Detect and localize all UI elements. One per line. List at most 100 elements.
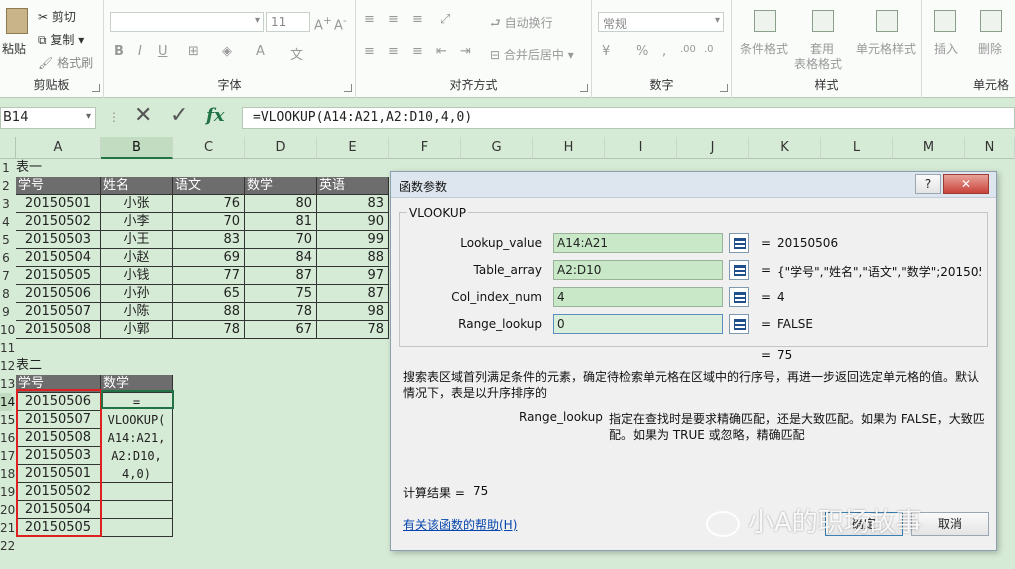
table1-cell[interactable]: 20150508: [16, 321, 101, 339]
table1-cell[interactable]: 75: [245, 285, 317, 303]
arg-input[interactable]: 0: [553, 314, 723, 334]
close-button[interactable]: ✕: [943, 174, 989, 194]
conditional-format-button[interactable]: 条件格式: [740, 40, 788, 57]
dialog-titlebar[interactable]: 函数参数 ? ✕: [391, 172, 996, 198]
table1-cell[interactable]: 88: [317, 249, 389, 267]
column-header[interactable]: A: [16, 137, 101, 159]
table2-value-cell[interactable]: [101, 501, 173, 519]
range-picker-icon[interactable]: [729, 233, 749, 253]
range-picker-icon[interactable]: [729, 287, 749, 307]
table1-cell[interactable]: 88: [173, 303, 245, 321]
merge-center-button[interactable]: ⊟ 合并后居中 ▾: [490, 46, 574, 63]
table2-value-cell[interactable]: [101, 483, 173, 501]
table1-cell[interactable]: 99: [317, 231, 389, 249]
column-header[interactable]: L: [821, 137, 893, 159]
table1-cell[interactable]: 83: [173, 231, 245, 249]
table1-cell[interactable]: 20150502: [16, 213, 101, 231]
row-header[interactable]: 21: [0, 519, 15, 537]
arg-input[interactable]: 4: [553, 287, 723, 307]
row-header[interactable]: 16: [0, 429, 15, 447]
column-header[interactable]: F: [389, 137, 461, 159]
table1-cell[interactable]: 小李: [101, 213, 173, 231]
table1-cell[interactable]: 80: [245, 195, 317, 213]
row-header[interactable]: 1: [0, 159, 12, 177]
alignment-launcher-icon[interactable]: [580, 84, 588, 92]
font-size-select[interactable]: 11: [266, 12, 310, 32]
table1-cell[interactable]: 78: [245, 303, 317, 321]
grow-font-icon[interactable]: A+: [314, 14, 332, 33]
table1-header[interactable]: 语文: [173, 177, 245, 195]
table1-cell[interactable]: 20150505: [16, 267, 101, 285]
conditional-format-icon[interactable]: [754, 10, 776, 32]
fill-color-icon[interactable]: ◈: [222, 44, 232, 59]
table1-cell[interactable]: 84: [245, 249, 317, 267]
table1-cell[interactable]: 97: [317, 267, 389, 285]
enter-icon[interactable]: ✓: [170, 103, 188, 128]
table1-cell[interactable]: 65: [173, 285, 245, 303]
table1-cell[interactable]: 78: [173, 321, 245, 339]
help-button[interactable]: ?: [915, 174, 941, 194]
increase-indent-icon[interactable]: ⇥: [460, 44, 471, 59]
column-header[interactable]: H: [533, 137, 605, 159]
column-header[interactable]: D: [245, 137, 317, 159]
currency-icon[interactable]: ¥: [602, 44, 610, 59]
cell-styles-icon[interactable]: [876, 10, 898, 32]
table1-cell[interactable]: 小张: [101, 195, 173, 213]
copy-button[interactable]: ⧉ 复制 ▾: [38, 31, 84, 48]
column-header[interactable]: G: [461, 137, 533, 159]
table1-title[interactable]: 表一: [16, 159, 101, 177]
align-top-icon[interactable]: ≡: [364, 12, 375, 27]
percent-icon[interactable]: %: [636, 44, 648, 59]
row-header[interactable]: 4: [0, 213, 12, 231]
table1-cell[interactable]: 70: [173, 213, 245, 231]
row-header[interactable]: 11: [0, 339, 15, 357]
insert-icon[interactable]: [934, 10, 956, 32]
table2-value-cell[interactable]: [101, 519, 173, 537]
number-format-select[interactable]: 常规 ▾: [598, 12, 724, 32]
table1-header[interactable]: 数学: [245, 177, 317, 195]
delete-icon[interactable]: [980, 10, 1002, 32]
row-header[interactable]: 6: [0, 249, 12, 267]
table1-cell[interactable]: 小陈: [101, 303, 173, 321]
column-header[interactable]: C: [173, 137, 245, 159]
align-right-icon[interactable]: ≡: [412, 44, 423, 59]
arg-input[interactable]: A14:A21: [553, 233, 723, 253]
column-header[interactable]: J: [677, 137, 749, 159]
table1-cell[interactable]: 20150506: [16, 285, 101, 303]
table2-title[interactable]: 表二: [16, 357, 101, 375]
table1-cell[interactable]: 87: [245, 267, 317, 285]
table1-cell[interactable]: 67: [245, 321, 317, 339]
border-icon[interactable]: ⊞: [188, 44, 199, 59]
column-header[interactable]: B: [101, 137, 173, 159]
table1-header[interactable]: 英语: [317, 177, 389, 195]
table-format-icon[interactable]: [812, 10, 834, 32]
row-header[interactable]: 3: [0, 195, 12, 213]
font-launcher-icon[interactable]: [344, 84, 352, 92]
phonetic-icon[interactable]: 文: [290, 44, 303, 63]
insert-button[interactable]: 插入: [934, 40, 958, 57]
row-header[interactable]: 10: [0, 321, 15, 339]
align-center-icon[interactable]: ≡: [388, 44, 399, 59]
table1-cell[interactable]: 83: [317, 195, 389, 213]
active-cell-border[interactable]: [101, 390, 174, 409]
align-left-icon[interactable]: ≡: [364, 44, 375, 59]
row-header[interactable]: 15: [0, 411, 15, 429]
name-box[interactable]: B14 ▾: [0, 107, 96, 129]
column-header[interactable]: M: [893, 137, 965, 159]
formula-input[interactable]: =VLOOKUP(A14:A21,A2:D10,4,0): [242, 107, 1015, 129]
row-header[interactable]: 2: [0, 177, 12, 195]
arg-input[interactable]: A2:D10: [553, 260, 723, 280]
table1-cell[interactable]: 76: [173, 195, 245, 213]
row-header[interactable]: 7: [0, 267, 12, 285]
table1-cell[interactable]: 小赵: [101, 249, 173, 267]
insert-function-icon[interactable]: fx: [206, 105, 224, 126]
row-header[interactable]: 9: [0, 303, 12, 321]
font-name-select[interactable]: ▾: [110, 12, 264, 32]
paste-icon[interactable]: [6, 8, 28, 34]
table1-cell[interactable]: 98: [317, 303, 389, 321]
column-header[interactable]: I: [605, 137, 677, 159]
bold-icon[interactable]: B: [114, 44, 124, 59]
cell-styles-button[interactable]: 单元格样式: [856, 40, 916, 57]
table1-cell[interactable]: 69: [173, 249, 245, 267]
range-picker-icon[interactable]: [729, 314, 749, 334]
